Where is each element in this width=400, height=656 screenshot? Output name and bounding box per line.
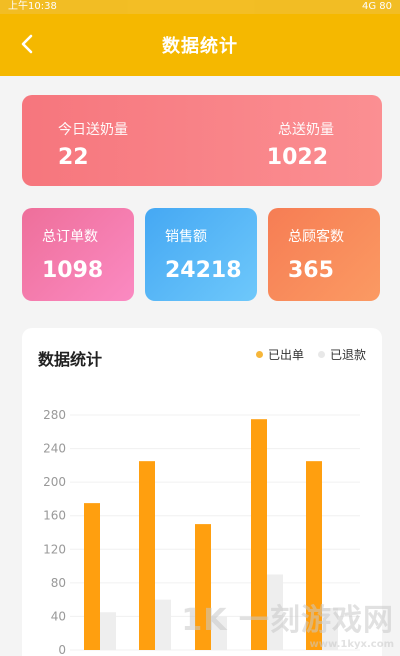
navigation-bar: 数据统计 [0, 14, 400, 76]
stat-value-sales: 24218 [165, 258, 242, 283]
y-tick-label: 240 [43, 442, 66, 456]
stat-card-customers: 总顾客数 365 [268, 208, 380, 301]
watermark-text: 1K 一刻游戏网 [181, 603, 394, 638]
stat-card-orders: 总订单数 1098 [22, 208, 134, 301]
stat-label-orders: 总订单数 [42, 229, 98, 245]
status-indicators: 4G 80 [361, 1, 392, 12]
today-delivery-value: 22 [58, 145, 89, 170]
stat-label-sales: 销售额 [165, 229, 207, 245]
stat-label-customers: 总顾客数 [288, 229, 344, 245]
page-title: 数据统计 [162, 36, 238, 57]
watermark-url: www.1kyx.com [309, 639, 394, 650]
y-tick-label: 200 [43, 475, 66, 489]
chevron-left-icon[interactable] [16, 32, 40, 56]
bar-out[interactable] [139, 461, 155, 650]
stat-card-sales: 销售额 24218 [145, 208, 257, 301]
y-tick-label: 80 [51, 576, 66, 590]
status-bar: 上午10:38 4G 80 [0, 0, 400, 14]
y-tick-label: 160 [43, 509, 66, 523]
stat-value-customers: 365 [288, 258, 334, 283]
watermark: 1K 一刻游戏网 www.1kyx.com [181, 595, 394, 650]
summary-card: 今日送奶量 22 总送奶量 1022 [22, 95, 382, 186]
total-delivery-value: 1022 [266, 145, 328, 170]
bar-out[interactable] [84, 503, 100, 650]
today-delivery-label: 今日送奶量 [58, 122, 128, 138]
y-tick-label: 0 [58, 643, 66, 656]
y-tick-label: 280 [43, 408, 66, 422]
status-time: 上午10:38 [8, 1, 57, 12]
y-tick-label: 40 [51, 609, 66, 623]
bar-refund[interactable] [155, 599, 171, 650]
bar-refund[interactable] [100, 612, 116, 650]
total-delivery-label: 总送奶量 [278, 122, 334, 138]
y-tick-label: 120 [43, 542, 66, 556]
stat-value-orders: 1098 [42, 258, 104, 283]
